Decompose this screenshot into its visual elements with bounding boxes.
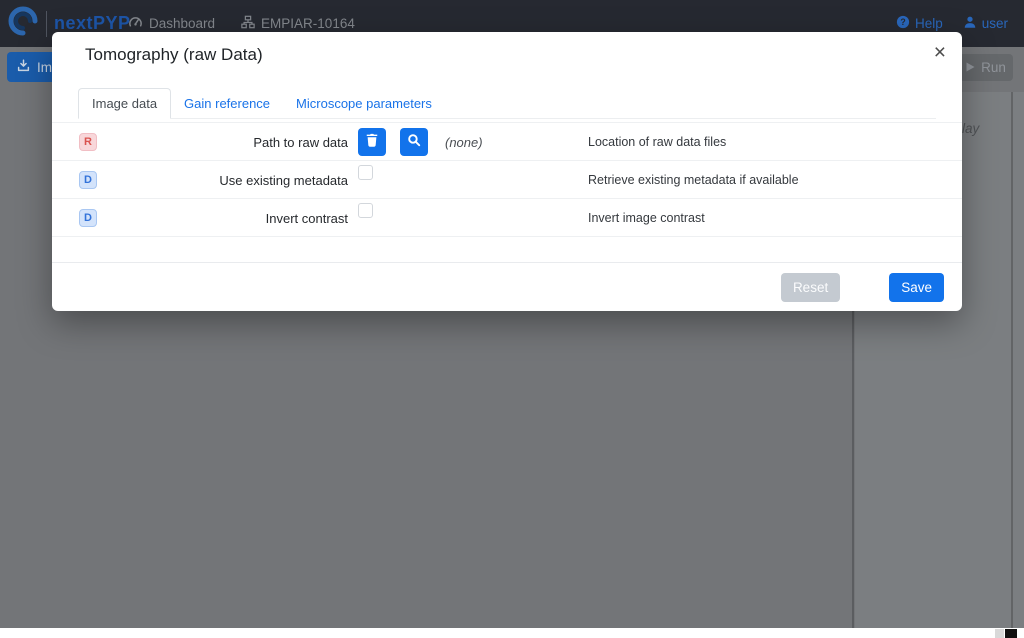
resize-handle[interactable] [1005,629,1017,638]
brand-divider [46,11,47,37]
row-label: Invert contrast [102,199,348,237]
save-button[interactable]: Save [889,273,944,302]
default-badge: D [79,171,97,189]
row-help: Invert image contrast [588,199,705,237]
dialog-tabs: Image data Gain reference Microscope par… [78,87,936,119]
dialog-footer: Reset Save [52,262,962,311]
browse-path-button[interactable] [400,128,428,156]
invert-contrast-checkbox[interactable] [358,203,373,218]
help-question-icon: ? [896,15,910,32]
svg-text:?: ? [900,17,905,27]
row-label: Use existing metadata [102,161,348,199]
nav-item-project[interactable]: EMPIAR-10164 [241,15,355,32]
trash-icon [365,133,379,152]
use-existing-metadata-checkbox[interactable] [358,165,373,180]
help-link[interactable]: ? Help [896,15,943,32]
nav-project-label: EMPIAR-10164 [261,16,355,31]
row-label: Path to raw data [102,123,348,161]
user-icon [963,15,977,32]
form-table: R Path to raw data [52,122,962,237]
table-row-invert-contrast: D Invert contrast Invert image contrast [52,199,962,237]
project-tree-icon [241,15,255,32]
close-icon[interactable]: × [930,38,950,67]
tab-image-data[interactable]: Image data [78,88,171,119]
user-menu[interactable]: user [963,15,1008,32]
bottom-strip [0,628,1024,638]
dialog-title: Tomography (raw Data) [85,45,263,65]
run-label: Run [981,60,1006,75]
background-partial-text: lay [962,121,979,136]
table-row-path-to-raw-data: R Path to raw data [52,123,962,161]
nav-item-dashboard[interactable]: Dashboard [128,15,215,33]
scrollbar-track[interactable] [1011,92,1013,628]
tab-gain-reference[interactable]: Gain reference [171,89,283,118]
user-label: user [982,16,1008,31]
table-row-use-existing-metadata: D Use existing metadata Retrieve existin… [52,161,962,199]
brand-name: nextPYP [54,13,131,34]
default-badge: D [79,209,97,227]
screen: nextPYP Dashboard [0,0,1024,638]
row-help: Location of raw data files [588,123,726,161]
required-badge: R [79,133,97,151]
row-help: Retrieve existing metadata if available [588,161,799,199]
dashboard-gauge-icon [128,15,143,33]
help-label: Help [915,16,943,31]
path-value: (none) [445,135,483,150]
scrollbar-corner [995,629,1004,638]
tab-microscope-parameters[interactable]: Microscope parameters [283,89,445,118]
nextpyp-logo-icon [7,5,39,42]
play-icon [966,60,975,75]
import-icon [17,59,30,75]
tomography-dialog: Tomography (raw Data) × Image data Gain … [52,32,962,311]
reset-button[interactable]: Reset [781,273,840,302]
run-button[interactable]: Run [959,54,1013,81]
search-icon [407,133,421,152]
clear-path-button[interactable] [358,128,386,156]
nav-dashboard-label: Dashboard [149,16,215,31]
